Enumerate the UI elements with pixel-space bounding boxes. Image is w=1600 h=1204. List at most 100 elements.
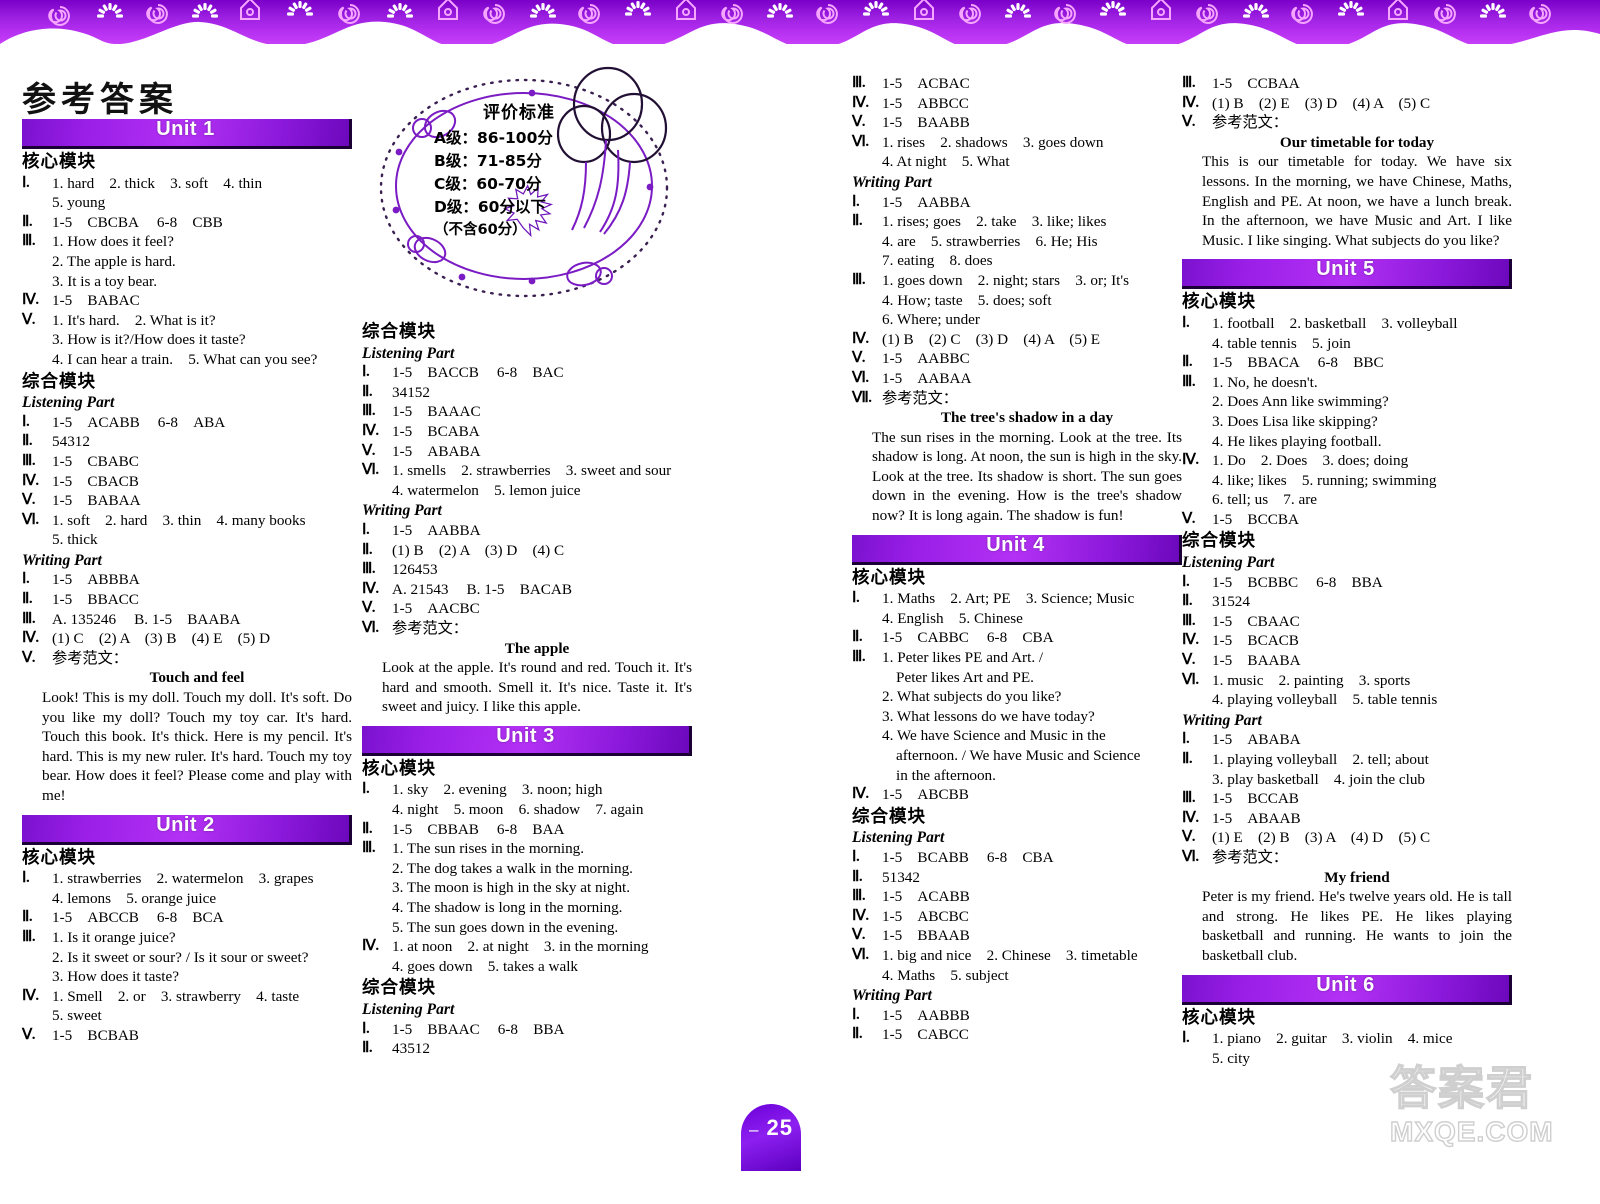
- u2-core-iv-2: 5. sweet: [52, 1007, 102, 1025]
- u3-listen-iv-value: 1-5 ABBCC: [882, 94, 969, 112]
- u3-core-module-heading: 核心模块: [362, 758, 436, 779]
- u4-listen-vi-1: 1. big and nice 2. Chinese 3. timetable: [882, 946, 1138, 964]
- u1-core-i-line1: 1. hard 2. thick 3. soft 4. thin: [52, 174, 263, 192]
- u3-listen-iv: Ⅳ 1-5 ABBCC: [852, 94, 1182, 114]
- u3-core-ii-b: 6-8 BAA: [496, 820, 565, 838]
- u3-core-i-2: 4. night 5. moon 6. shadow 7. again: [392, 801, 644, 819]
- u1-write-iii-b: B. 1-5 BAABA: [134, 610, 241, 628]
- u5-core-v-value: 1-5 BCCBA: [1212, 510, 1299, 528]
- evaluation-grade-b: B级：71-85分: [434, 152, 542, 170]
- u2-core-iii-3: 3. How does it taste?: [52, 968, 179, 986]
- u5-listen-i-b: 6-8 BBA: [1316, 573, 1383, 591]
- u3-listen-v: Ⅴ 1-5 BAABB: [852, 113, 1182, 133]
- u5-write-iii-value: 1-5 BCCAB: [1212, 790, 1299, 808]
- u3-write-iv: Ⅳ (1) B (2) C (3) D (4) A (5) E: [852, 330, 1182, 350]
- u5-core-i-1: 1. football 2. basketball 3. volleyball: [1212, 314, 1458, 332]
- u4-core-iii-2: 2. What subjects do you like?: [882, 688, 1062, 706]
- u3-write-i-value: 1-5 AABBA: [882, 193, 971, 211]
- u5-core-ii: Ⅱ 1-5 BBACA6-8 BBC: [1182, 353, 1512, 373]
- u1-essay-body: Look! This is my doll. Touch my doll. It…: [42, 689, 352, 804]
- u3-listen-vi: Ⅵ 1. rises 2. shadows 3. goes down 4. At…: [852, 133, 1182, 172]
- u1-write-iii-a: A. 135246: [52, 610, 117, 628]
- u3-write-iii: Ⅲ 1. goes down 2. night; stars 3. or; It…: [852, 271, 1182, 330]
- u2-listen-i: Ⅰ 1-5 BACCB6-8 BAC: [362, 363, 692, 383]
- u5-write-v: Ⅴ (1) E (2) B (3) A (4) D (5) C: [1182, 828, 1512, 848]
- u3-write-iii-1: 1. goes down 2. night; stars 3. or; It's: [882, 271, 1129, 289]
- u5-core-iv-2: 4. like; likes 5. running; swimming: [1212, 471, 1437, 489]
- u5-listen-iii: Ⅲ 1-5 CBAAC: [1182, 612, 1512, 632]
- u5-listen-ii: Ⅱ 31524: [1182, 592, 1512, 612]
- u4-essay-body: This is our timetable for today. We have…: [1202, 153, 1512, 249]
- u2-core-ii-a: 1-5 ABCCB: [52, 909, 139, 927]
- page-number-dash-right: –: [765, 1170, 777, 1189]
- unit-banner-5-label: Unit 5: [1316, 258, 1375, 281]
- u1-comp-module-heading: 综合模块: [22, 371, 96, 392]
- u1-core-v-1: 1. It's hard. 2. What is it?: [52, 311, 216, 329]
- u5-write-i: Ⅰ 1-5 ABABA: [1182, 730, 1512, 750]
- u4-listen-iii: Ⅲ 1-5 ACABB: [852, 887, 1182, 907]
- u3-write-v-value: 1-5 AABBC: [882, 350, 970, 368]
- u2-write-v-value: 1-5 AACBC: [392, 600, 480, 618]
- u2-write-iii-value: 126453: [392, 561, 438, 579]
- u4-write-v-label: 参考范文：: [1212, 113, 1288, 132]
- u1-write-iii: Ⅲ A. 135246B. 1-5 BAABA: [22, 610, 352, 630]
- u3-core-iv-2: 4. goes down 5. takes a walk: [392, 957, 579, 975]
- border-pattern: [0, 0, 1600, 44]
- u4-core-ii-b: 6-8 CBA: [986, 629, 1054, 647]
- u2-listening-part-heading: Listening Part: [362, 344, 455, 362]
- u5-core-ii-b: 6-8 BBC: [1317, 354, 1384, 372]
- u2-core-iv-1: 1. Smell 2. or 3. strawberry 4. taste: [52, 987, 300, 1005]
- u5-write-iv: Ⅳ 1-5 ABAAB: [1182, 809, 1512, 829]
- u1-write-v-label: 参考范文：: [52, 648, 128, 667]
- u1-listen-iv-value: 1-5 CBACB: [52, 472, 139, 490]
- u5-listen-v: Ⅴ 1-5 BAABA: [1182, 651, 1512, 671]
- u5-core-iii-2: 2. Does Ann like swimming?: [1212, 393, 1389, 411]
- u5-core-iii-4: 4. He likes playing football.: [1212, 432, 1382, 450]
- u5-write-iv-value: 1-5 ABAAB: [1212, 809, 1301, 827]
- u3-write-vi-value: 1-5 AABAA: [882, 369, 972, 387]
- u3-write-ii-1: 1. rises; goes 2. take 3. like; likes: [882, 213, 1107, 231]
- u1-core-module-heading: 核心模块: [22, 152, 96, 172]
- u5-listen-i-a: 1-5 BCBBC: [1212, 573, 1299, 591]
- u2-listen-v: Ⅴ 1-5 ABABA: [362, 442, 692, 462]
- u2-listen-iii-value: 1-5 BAAAC: [392, 403, 481, 421]
- u2-listen-i-a: 1-5 BACCB: [392, 364, 479, 382]
- u4-core-ii: Ⅱ 1-5 CABBC6-8 CBA: [852, 628, 1182, 648]
- u5-comp-module-heading: 综合模块: [1182, 531, 1256, 552]
- u1-core-iii-2: 2. The apple is hard.: [52, 252, 176, 270]
- u2-write-vi-label: 参考范文：: [392, 618, 468, 637]
- unit-banner-3: Unit 3: [362, 725, 692, 756]
- u5-core-i: Ⅰ 1. football 2. basketball 3. volleybal…: [1182, 314, 1512, 353]
- u1-listening-part-heading: Listening Part: [22, 394, 115, 412]
- watermark-en-text: MXQE.COM: [1389, 1115, 1554, 1147]
- u4-comp-module-heading: 综合模块: [852, 806, 926, 827]
- u3-write-ii: Ⅱ 1. rises; goes 2. take 3. like; likes …: [852, 212, 1182, 271]
- u5-listen-iv-value: 1-5 BCACB: [1212, 632, 1299, 650]
- u2-writing-part-heading: Writing Part: [362, 502, 442, 520]
- u5-core-iii: Ⅲ 1. No, he doesn't. 2. Does Ann like sw…: [1182, 373, 1512, 451]
- u4-write-iii: Ⅲ 1-5 CCBAA: [1182, 74, 1512, 94]
- u3-comp-module-heading: 综合模块: [362, 978, 436, 999]
- u4-core-ii-a: 1-5 CABBC: [882, 629, 969, 647]
- u4-essay-title: Our timetable for today: [1279, 133, 1435, 151]
- u3-listen-vi-2: 4. At night 5. What: [882, 153, 1010, 171]
- u5-write-ii: Ⅱ 1. playing volleyball 2. tell; about 3…: [1182, 750, 1512, 789]
- u3-listen-iii-value: 1-5 ACBAC: [882, 75, 970, 92]
- watermark: 答案君 MXQE.COM: [1389, 1061, 1600, 1172]
- u5-write-iii: Ⅲ 1-5 BCCAB: [1182, 789, 1512, 809]
- u2-write-iv-b: B. 1-5 BACAB: [466, 580, 573, 598]
- u2-listen-ii: Ⅱ 34152: [362, 383, 692, 403]
- u4-writing-part-heading: Writing Part: [852, 987, 932, 1005]
- u4-write-iv-value: (1) B (2) E (3) D (4) A (5) C: [1212, 94, 1431, 112]
- u1-core-iv: Ⅳ 1-5 BABAC: [22, 291, 352, 311]
- u3-listen-iii: Ⅲ 1-5 ACBAC: [852, 74, 1182, 94]
- unit-banner-2-label: Unit 2: [156, 813, 215, 836]
- u1-write-i: Ⅰ 1-5 ABBBA: [22, 570, 352, 590]
- u3-write-vii: Ⅶ 参考范文：: [852, 389, 1182, 409]
- u1-core-i-line2: 5. young: [52, 194, 106, 212]
- u3-core-i: Ⅰ 1. sky 2. evening 3. noon; high 4. nig…: [362, 780, 692, 819]
- u1-core-iii-3: 3. It is a toy bear.: [52, 272, 158, 290]
- u1-listen-i-a: 1-5 ACABB: [52, 413, 140, 431]
- u5-core-iv-3: 6. tell; us 7. are: [1212, 491, 1318, 509]
- answer-column-3: Ⅲ 1-5 ACBAC Ⅳ 1-5 ABBCC Ⅴ 1-5 BAABB Ⅵ 1.…: [852, 74, 1182, 1045]
